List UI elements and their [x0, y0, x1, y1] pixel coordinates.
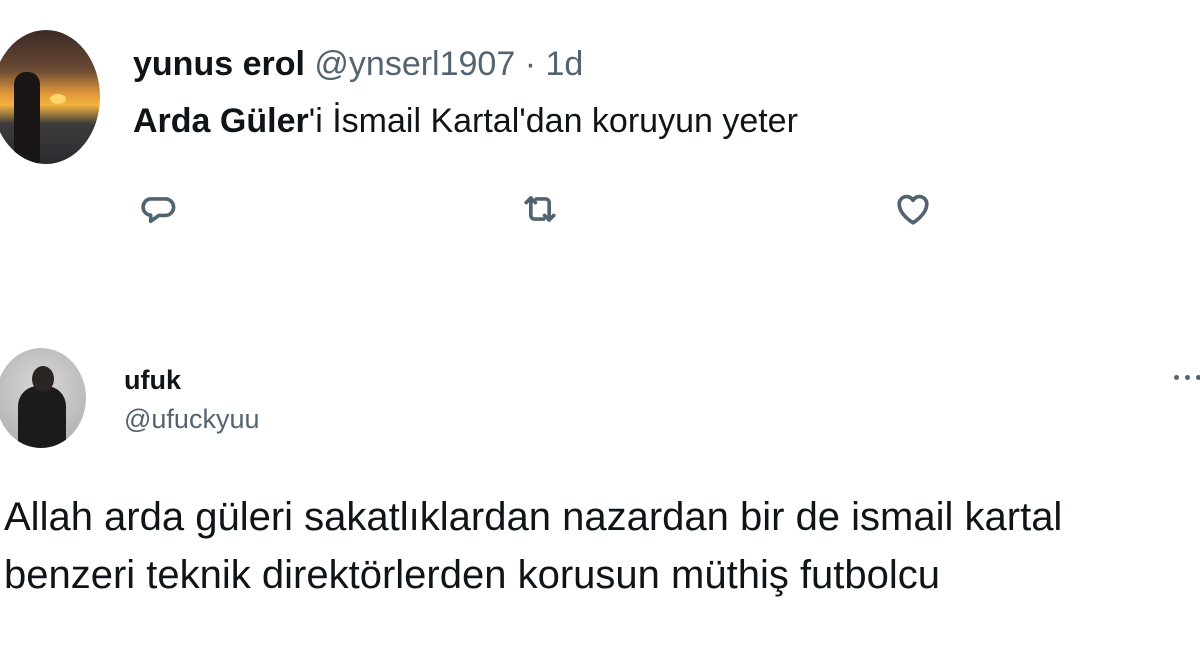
tweet-text: Arda Güler'i İsmail Kartal'dan koruyun y…	[133, 100, 798, 142]
timestamp[interactable]: 1d	[545, 45, 583, 83]
avatar-head	[32, 366, 54, 392]
dot	[1185, 375, 1190, 380]
reply-button[interactable]	[133, 186, 183, 232]
retweet-icon	[524, 196, 556, 222]
tweet-text-rest: 'i İsmail Kartal'dan koruyun yeter	[308, 102, 798, 140]
tweet-card: ufuk @ufuckyuu Allah arda güleri sakatlı…	[0, 330, 1200, 655]
tweet-card: yunus erol @ynserl1907 · 1d Arda Güler'i…	[0, 0, 1200, 270]
like-button[interactable]	[888, 186, 938, 232]
dot	[1196, 375, 1200, 380]
handle[interactable]: @ufuckyuu	[124, 402, 259, 436]
separator: ·	[524, 45, 537, 83]
dot	[1174, 375, 1179, 380]
reply-bubble-icon	[141, 197, 176, 224]
tweet-text: Allah arda güleri sakatlıklardan nazarda…	[4, 495, 1063, 597]
display-name[interactable]: yunus erol	[133, 45, 305, 83]
retweet-button[interactable]	[515, 186, 565, 232]
heart-icon	[897, 194, 929, 225]
mentioned-name: Arda Güler	[133, 102, 309, 140]
avatar-figure	[18, 386, 66, 448]
tweet-header: yunus erol @ynserl1907 · 1d	[133, 44, 583, 84]
display-name[interactable]: ufuk	[124, 364, 181, 396]
avatar[interactable]	[0, 30, 100, 164]
avatar-sun	[50, 94, 66, 104]
avatar[interactable]	[0, 348, 86, 448]
more-dots-icon[interactable]	[1168, 366, 1200, 390]
avatar-figure	[14, 72, 40, 164]
handle[interactable]: @ynserl1907	[314, 45, 515, 83]
